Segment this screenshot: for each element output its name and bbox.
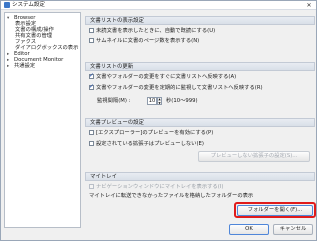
highlight-annotation bbox=[234, 202, 316, 218]
extension-settings-button[interactable]: プレビューしない拡張子の設定(S)... bbox=[198, 151, 310, 162]
mytray-note: マイトレイに転送できなかったファイルを格納したフォルダーの表示 bbox=[89, 193, 254, 199]
option-reflect-immediately[interactable]: 文書やフォルダーの変更をすぐに文書リストへ反映する(A) bbox=[89, 72, 237, 81]
section-header-mytray: マイトレイ bbox=[85, 172, 315, 181]
checkbox[interactable] bbox=[89, 38, 94, 43]
spinner-arrows-icon[interactable]: ▲ ▼ bbox=[157, 97, 162, 105]
checkbox[interactable] bbox=[89, 28, 94, 33]
checkbox-checked[interactable] bbox=[89, 72, 94, 79]
settings-tree[interactable]: ▾ Browser 表示設定 文書の構成/操作 共有文書の管理 ファクス ダイアロ… bbox=[4, 12, 81, 228]
interval-label: 監視間隔(M) : bbox=[97, 98, 131, 104]
cancel-button[interactable]: キャンセル bbox=[273, 224, 313, 235]
section-header-list-update: 文書リストの更新 bbox=[85, 62, 315, 71]
option-label: 未読文書を表示したときに、自動で既読にする(U) bbox=[96, 28, 216, 34]
title-bar: システム設定 ✕ bbox=[1, 1, 316, 10]
system-settings-dialog: システム設定 ✕ ▾ Browser 表示設定 文書の構成/操作 共有文書の管理 … bbox=[0, 0, 317, 241]
tree-item-label: 共通設定 bbox=[14, 63, 36, 69]
expand-icon[interactable]: ▾ bbox=[7, 16, 14, 22]
interval-unit: 秒(10〜999) bbox=[166, 98, 198, 104]
checkbox-disabled[interactable] bbox=[89, 184, 94, 189]
option-auto-mark-read[interactable]: 未読文書を表示したときに、自動で既読にする(U) bbox=[89, 28, 215, 35]
option-enable-preview[interactable]: [エクスプローラー]のプレビューを有効にする(P) bbox=[89, 130, 213, 137]
interval-input[interactable]: 10 bbox=[147, 97, 157, 105]
option-label: ナビゲーションウィンドウにマイトレイを表示する(I) bbox=[96, 184, 224, 190]
checkbox[interactable] bbox=[89, 130, 94, 135]
checkbox[interactable] bbox=[89, 141, 94, 146]
option-label: 文書やフォルダーの変更を定期的に監視して文書リストへ反映する(R) bbox=[96, 85, 263, 91]
option-label: 設定されている拡張子はプレビューしない(E) bbox=[96, 141, 204, 147]
section-header-list-display: 文書リストの表示設定 bbox=[85, 16, 315, 25]
option-label: 文書やフォルダーの変更をすぐに文書リストへ反映する(A) bbox=[96, 74, 237, 80]
option-show-mytray[interactable]: ナビゲーションウィンドウにマイトレイを表示する(I) bbox=[89, 184, 223, 191]
section-header-preview: 文書プレビューの設定 bbox=[85, 118, 315, 127]
tree-item-common-settings[interactable]: ▸ 共通設定 bbox=[7, 63, 35, 70]
checkbox-checked[interactable] bbox=[89, 83, 94, 90]
app-icon bbox=[4, 2, 10, 8]
window-title: システム設定 bbox=[12, 2, 45, 8]
option-exclude-extensions[interactable]: 設定されている拡張子はプレビューしない(E) bbox=[89, 141, 204, 148]
ok-button[interactable]: OK bbox=[229, 224, 269, 235]
expand-icon[interactable]: ▸ bbox=[7, 64, 14, 70]
option-label: [エクスプローラー]のプレビューを有効にする(P) bbox=[96, 130, 214, 136]
option-periodic-monitor[interactable]: 文書やフォルダーの変更を定期的に監視して文書リストへ反映する(R) bbox=[89, 83, 263, 92]
option-label: サムネイルに文書のページ数を表示する(N) bbox=[96, 38, 200, 44]
option-thumbnail-page-count[interactable]: サムネイルに文書のページ数を表示する(N) bbox=[89, 38, 199, 45]
close-icon[interactable]: ✕ bbox=[305, 2, 313, 9]
